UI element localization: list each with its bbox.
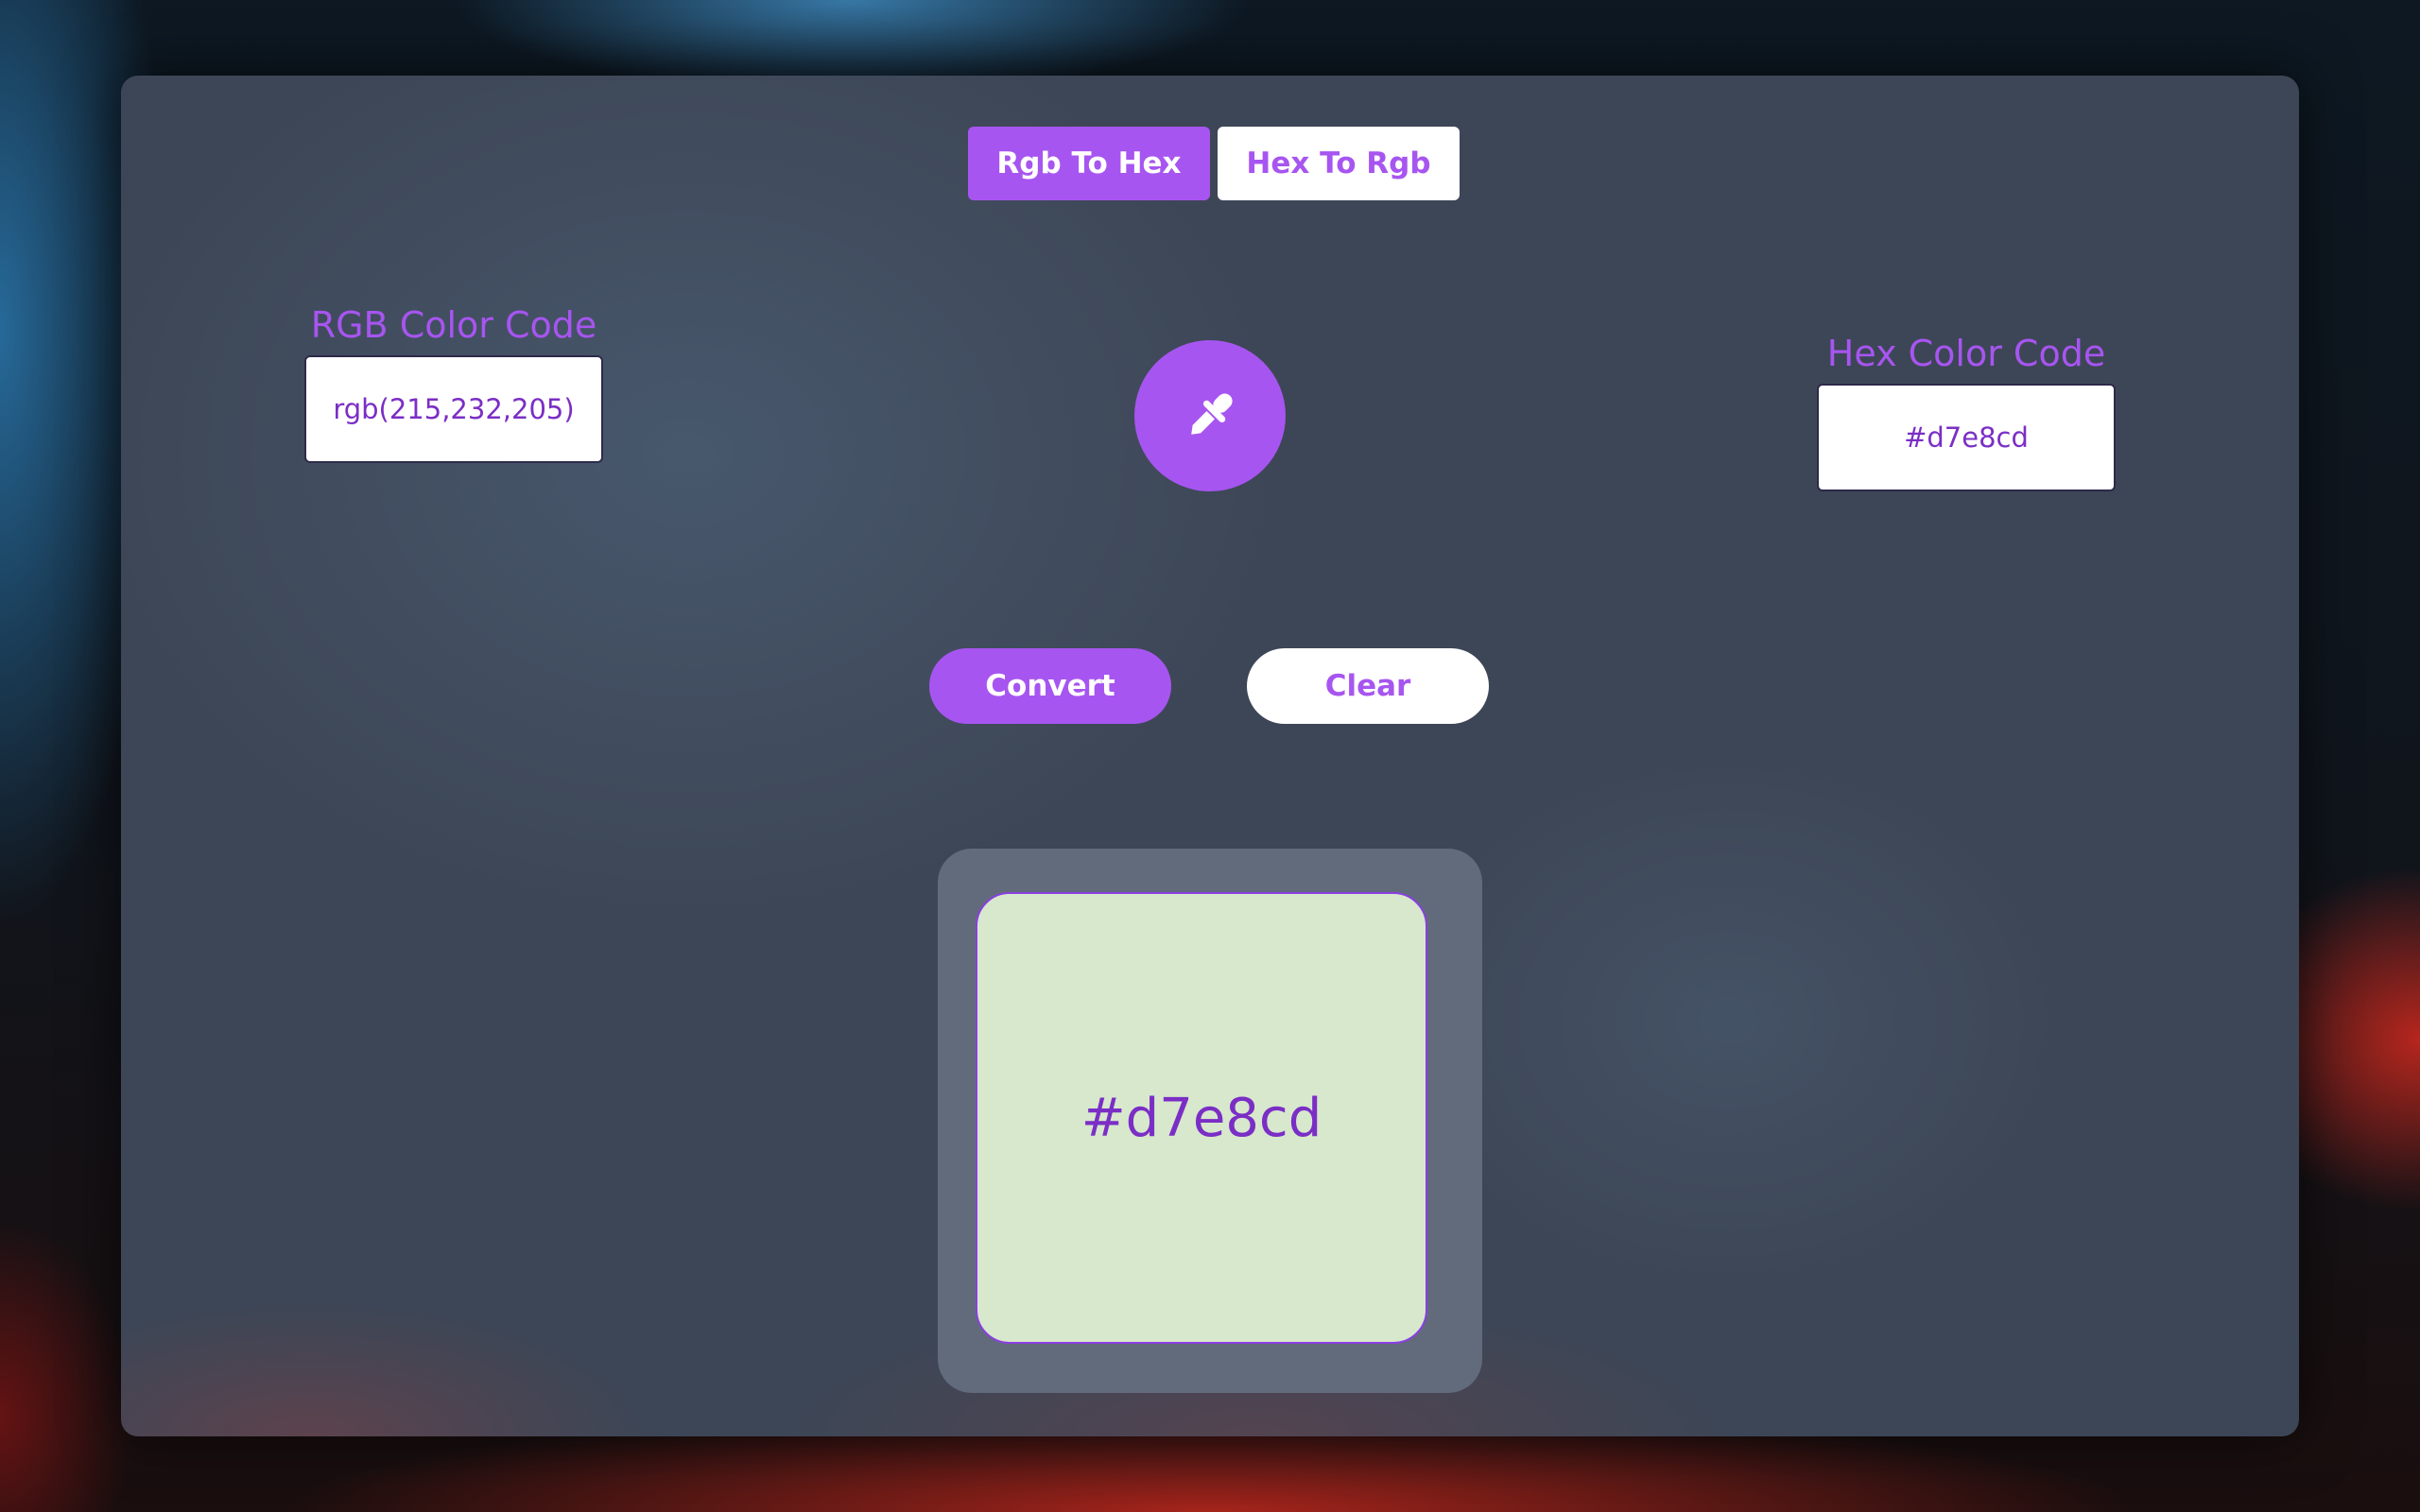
- swatch-hex-label: #d7e8cd: [1080, 1087, 1322, 1149]
- convert-button[interactable]: Convert: [929, 648, 1171, 724]
- color-picker-button[interactable]: [1134, 340, 1286, 491]
- hex-input[interactable]: [1817, 384, 2116, 491]
- color-preview-frame: #d7e8cd: [938, 849, 1482, 1393]
- tab-hex-to-rgb[interactable]: Hex To Rgb: [1218, 127, 1460, 200]
- color-swatch: #d7e8cd: [976, 892, 1427, 1344]
- rgb-field-label: RGB Color Code: [310, 304, 597, 346]
- rgb-input[interactable]: [304, 355, 603, 463]
- clear-button[interactable]: Clear: [1247, 648, 1489, 724]
- hex-field-label: Hex Color Code: [1826, 333, 2106, 374]
- eyedropper-icon: [1191, 393, 1233, 435]
- tab-rgb-to-hex[interactable]: Rgb To Hex: [968, 127, 1210, 200]
